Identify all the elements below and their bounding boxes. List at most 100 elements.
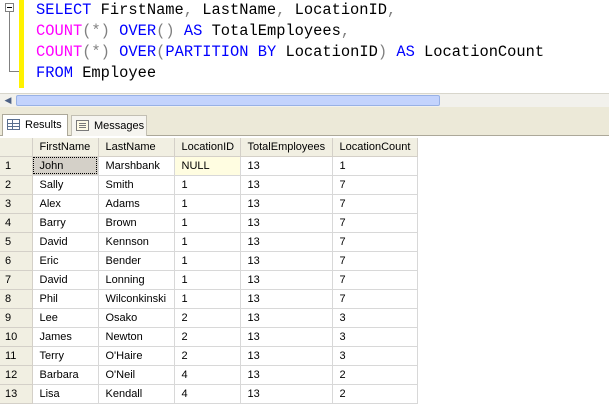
table-row[interactable]: 8 Phil Wilconkinski 1 13 7 [0,289,418,309]
row-number[interactable]: 3 [0,194,33,214]
locationcount-cell[interactable]: 7 [332,289,418,309]
tab-results[interactable]: Results [2,114,68,136]
locationcount-cell[interactable]: 7 [332,251,418,271]
editor-horizontal-scrollbar[interactable]: ◀ [0,93,609,107]
totalemployees-cell[interactable]: 13 [240,232,333,252]
lastname-cell[interactable]: Wilconkinski [98,289,175,309]
firstname-cell[interactable]: Barry [32,213,99,233]
table-row[interactable]: 5 David Kennson 1 13 7 [0,232,418,252]
firstname-cell[interactable]: Eric [32,251,99,271]
locationid-cell[interactable]: 1 [174,175,241,195]
firstname-cell[interactable]: Lisa [32,384,99,404]
lastname-cell[interactable]: Kendall [98,384,175,404]
table-row[interactable]: 11 Terry O'Haire 2 13 3 [0,346,418,366]
lastname-cell[interactable]: Marshbank [98,156,175,176]
lastname-cell[interactable]: Kennson [98,232,175,252]
table-row[interactable]: 12 Barbara O'Neil 4 13 2 [0,365,418,385]
totalemployees-cell[interactable]: 13 [240,308,333,328]
sql-line[interactable]: SELECT FirstName, LastName, LocationID, [36,0,544,21]
sql-line[interactable]: COUNT(*) OVER() AS TotalEmployees, [36,21,544,42]
table-row[interactable]: 13 Lisa Kendall 4 13 2 [0,384,418,404]
table-row[interactable]: 10 James Newton 2 13 3 [0,327,418,347]
lastname-cell[interactable]: Adams [98,194,175,214]
table-row[interactable]: 1 John Marshbank NULL 13 1 [0,156,418,176]
lastname-cell[interactable]: Osako [98,308,175,328]
table-row[interactable]: 4 Barry Brown 1 13 7 [0,213,418,233]
collapse-region-icon[interactable] [5,3,14,12]
sql-line[interactable]: FROM Employee [36,63,544,84]
table-row[interactable]: 7 David Lonning 1 13 7 [0,270,418,290]
tab-messages[interactable]: Messages [71,115,147,136]
row-number[interactable]: 2 [0,175,33,195]
locationid-cell[interactable]: 1 [174,251,241,271]
column-header-firstname[interactable]: FirstName [32,138,99,157]
lastname-cell[interactable]: Newton [98,327,175,347]
locationid-cell[interactable]: 1 [174,194,241,214]
locationcount-cell[interactable]: 7 [332,232,418,252]
firstname-cell[interactable]: David [32,232,99,252]
locationid-cell[interactable]: 1 [174,232,241,252]
row-number[interactable]: 8 [0,289,33,309]
sql-line[interactable]: COUNT(*) OVER(PARTITION BY LocationID) A… [36,42,544,63]
totalemployees-cell[interactable]: 13 [240,365,333,385]
row-number[interactable]: 9 [0,308,33,328]
table-row[interactable]: 6 Eric Bender 1 13 7 [0,251,418,271]
locationid-cell[interactable]: 1 [174,213,241,233]
firstname-cell[interactable]: John [32,156,99,176]
sql-editor[interactable]: SELECT FirstName, LastName, LocationID, C… [0,0,609,93]
row-number[interactable]: 11 [0,346,33,366]
row-number[interactable]: 10 [0,327,33,347]
scroll-left-arrow-icon[interactable]: ◀ [1,95,15,106]
locationcount-cell[interactable]: 3 [332,308,418,328]
column-header-locationcount[interactable]: LocationCount [332,138,418,157]
lastname-cell[interactable]: Brown [98,213,175,233]
totalemployees-cell[interactable]: 13 [240,289,333,309]
totalemployees-cell[interactable]: 13 [240,175,333,195]
locationcount-cell[interactable]: 3 [332,346,418,366]
lastname-cell[interactable]: Bender [98,251,175,271]
locationcount-cell[interactable]: 1 [332,156,418,176]
grid-corner[interactable] [0,138,33,157]
totalemployees-cell[interactable]: 13 [240,213,333,233]
table-row[interactable]: 3 Alex Adams 1 13 7 [0,194,418,214]
totalemployees-cell[interactable]: 13 [240,346,333,366]
locationid-cell[interactable]: 1 [174,289,241,309]
table-row[interactable]: 9 Lee Osako 2 13 3 [0,308,418,328]
locationcount-cell[interactable]: 2 [332,384,418,404]
totalemployees-cell[interactable]: 13 [240,251,333,271]
totalemployees-cell[interactable]: 13 [240,156,333,176]
locationid-cell[interactable]: 2 [174,346,241,366]
locationcount-cell[interactable]: 7 [332,270,418,290]
scrollbar-thumb[interactable] [16,95,440,106]
firstname-cell[interactable]: Phil [32,289,99,309]
firstname-cell[interactable]: Lee [32,308,99,328]
row-number[interactable]: 12 [0,365,33,385]
locationcount-cell[interactable]: 2 [332,365,418,385]
locationid-cell[interactable]: NULL [174,156,241,176]
locationcount-cell[interactable]: 3 [332,327,418,347]
table-row[interactable]: 2 Sally Smith 1 13 7 [0,175,418,195]
row-number[interactable]: 1 [0,156,33,176]
row-number[interactable]: 13 [0,384,33,404]
sql-code[interactable]: SELECT FirstName, LastName, LocationID, C… [36,0,544,84]
locationid-cell[interactable]: 2 [174,327,241,347]
lastname-cell[interactable]: O'Haire [98,346,175,366]
lastname-cell[interactable]: Lonning [98,270,175,290]
locationcount-cell[interactable]: 7 [332,194,418,214]
firstname-cell[interactable]: David [32,270,99,290]
totalemployees-cell[interactable]: 13 [240,270,333,290]
row-number[interactable]: 4 [0,213,33,233]
lastname-cell[interactable]: Smith [98,175,175,195]
row-number[interactable]: 6 [0,251,33,271]
locationid-cell[interactable]: 2 [174,308,241,328]
row-number[interactable]: 7 [0,270,33,290]
lastname-cell[interactable]: O'Neil [98,365,175,385]
locationcount-cell[interactable]: 7 [332,175,418,195]
results-grid[interactable]: FirstName LastName LocationID TotalEmplo… [0,138,418,404]
locationid-cell[interactable]: 4 [174,384,241,404]
firstname-cell[interactable]: James [32,327,99,347]
row-number[interactable]: 5 [0,232,33,252]
totalemployees-cell[interactable]: 13 [240,194,333,214]
firstname-cell[interactable]: Barbara [32,365,99,385]
locationid-cell[interactable]: 1 [174,270,241,290]
